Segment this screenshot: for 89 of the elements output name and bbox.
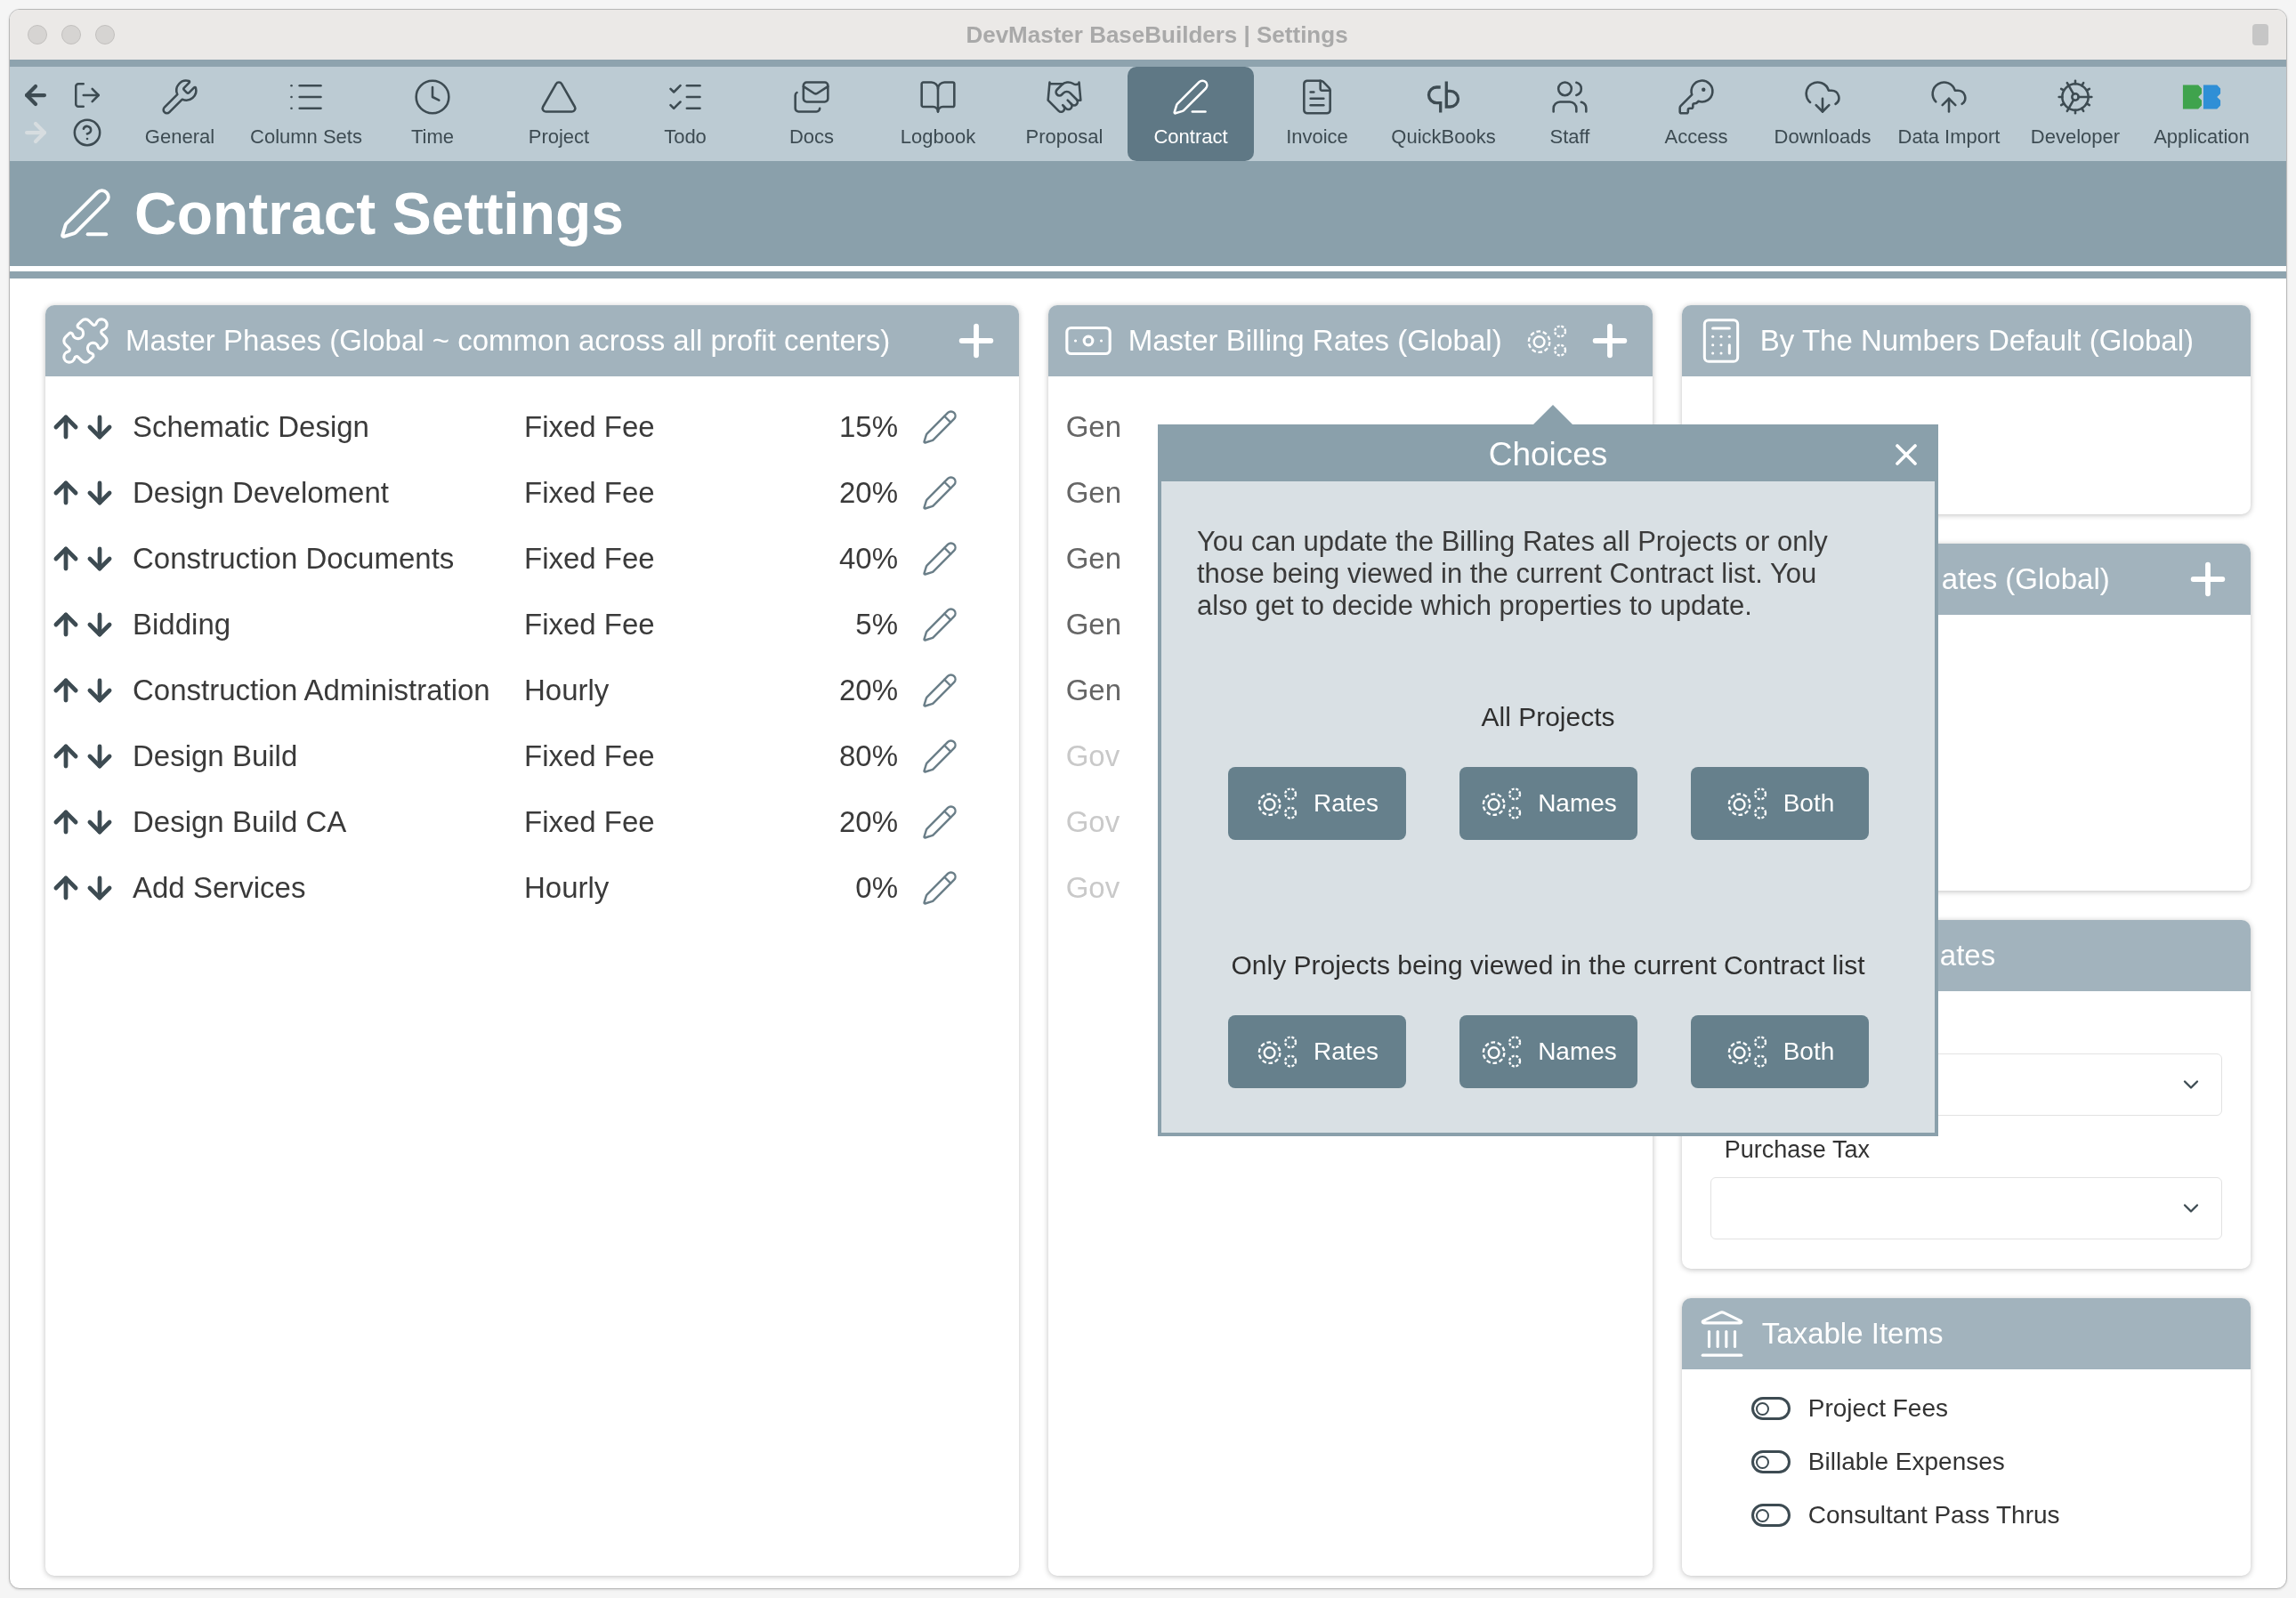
toolbar-tab[interactable]: Downloads [1759,67,1886,161]
toolbar-tab[interactable]: General [117,67,243,161]
toolbar-tab[interactable]: Staff [1507,67,1633,161]
panel-title: By The Numbers Default (Global) [1759,323,2195,359]
toolbar-tab[interactable]: Developer [2012,67,2138,161]
rate-label: Gen [1065,409,1121,446]
phase-name: Construction Documents [133,541,456,577]
update-button[interactable]: Both [1690,767,1869,840]
phase-billing-type: Fixed Fee [524,409,656,446]
toolbar-tab[interactable]: Contract [1128,67,1254,161]
phase-percent: 20% [837,673,898,709]
phase-billing-type: Hourly [524,870,610,907]
help-icon[interactable] [72,117,102,148]
popover-description: You can update the Billing Rates all Projects or only those being viewed in the current Contract list. You also get to decide which properties to update. [1196,525,1829,622]
toolbar-tab[interactable]: Data Import [1886,67,2012,161]
phase-percent: 5% [854,607,898,643]
phase-billing-type: Fixed Fee [524,607,656,643]
popover-title: Choices [1488,435,1608,475]
phase-percent: 40% [837,541,898,577]
toggle-switch[interactable] [1750,1504,1791,1527]
panel-title: Master Billing Rates (Global) [1128,323,1503,359]
toolbar-tab[interactable]: Todo [622,67,748,161]
phase-percent: 20% [837,804,898,841]
clock-icon [412,77,453,117]
phase-billing-type: Fixed Fee [524,475,656,512]
phase-billing-type: Fixed Fee [524,804,656,841]
phase-percent: 0% [854,870,898,907]
panel-title: Master Phases (Global ~ common across all profit centers) [125,323,892,359]
phase-name: Add Services [133,870,307,907]
phase-name: Design Develoment [133,475,390,512]
toolbar-tab[interactable]: Access [1633,67,1759,161]
toolbar-tab[interactable]: Logbook [875,67,1001,161]
phase-name: Bidding [133,607,232,643]
edit-icon[interactable] [921,408,958,446]
phase-name: Construction Administration [133,673,491,709]
phase-percent: 80% [837,738,898,775]
phase-name: Design Build [133,738,299,775]
toggle-switch[interactable] [1750,1450,1791,1473]
phase-name: Schematic Design [133,409,370,446]
wrench-icon [159,77,200,117]
toggle-switch[interactable] [1750,1397,1791,1420]
phase-billing-type: Fixed Fee [524,738,656,775]
rate-label: Gen [1065,673,1121,709]
field-label: Purchase Tax [1723,1135,1871,1165]
toolbar-tab[interactable]: QuickBooks [1380,67,1507,161]
select-field[interactable] [1710,1176,2222,1239]
toggle-label: Consultant Pass Thrus [1807,1500,2060,1530]
phase-name: Design Build CA [133,804,348,841]
toolbar-tab[interactable]: Docs [748,67,875,161]
rate-label: Gen [1065,475,1121,512]
panel-title: ates [1939,938,1997,974]
update-button[interactable]: Names [1459,767,1637,840]
pen-icon [1170,77,1211,117]
phase-billing-type: Fixed Fee [524,541,656,577]
toggle-label: Billable Expenses [1807,1447,2005,1477]
lock-icon [2252,24,2268,45]
toolbar-tab[interactable]: Invoice [1254,67,1380,161]
edit-icon[interactable] [921,803,958,841]
toggle-label: Project Fees [1807,1393,1948,1424]
edit-icon[interactable] [921,606,958,643]
toolbar-tab[interactable]: Project [496,67,622,161]
update-button[interactable]: Rates [1227,1015,1406,1088]
pen-icon [58,186,113,241]
edit-icon[interactable] [921,672,958,709]
key-icon [1676,77,1717,117]
update-button[interactable]: Rates [1227,767,1406,840]
toolbar-tab[interactable]: Application [2138,67,2265,161]
update-button[interactable]: Both [1690,1015,1869,1088]
update-button[interactable]: Names [1459,1015,1637,1088]
rate-label: Gen [1065,607,1121,643]
toolbar-tab[interactable]: Column Sets [243,67,369,161]
panel-title: ates (Global) [1941,561,2111,598]
puzzle-icon [60,315,111,367]
phase-billing-type: Hourly [524,673,610,709]
phase-percent: 20% [837,475,898,512]
toolbar-tab[interactable]: Time [369,67,496,161]
rate-label: Gen [1065,541,1121,577]
group-heading: All Projects [1481,701,1615,733]
phase-percent: 15% [837,409,898,446]
edit-icon[interactable] [921,738,958,775]
window-title: DevMaster BaseBuilders | Settings [966,20,1348,50]
panel-title: Taxable Items [1761,1316,1944,1352]
edit-icon[interactable] [921,540,958,577]
edit-icon[interactable] [921,474,958,512]
group-heading: Only Projects being viewed in the current Contract list [1231,949,1865,981]
toolbar-tab[interactable]: Proposal [1001,67,1128,161]
exit-icon[interactable] [72,80,102,110]
page-title: Contract Settings [134,179,625,248]
edit-icon[interactable] [921,869,958,907]
